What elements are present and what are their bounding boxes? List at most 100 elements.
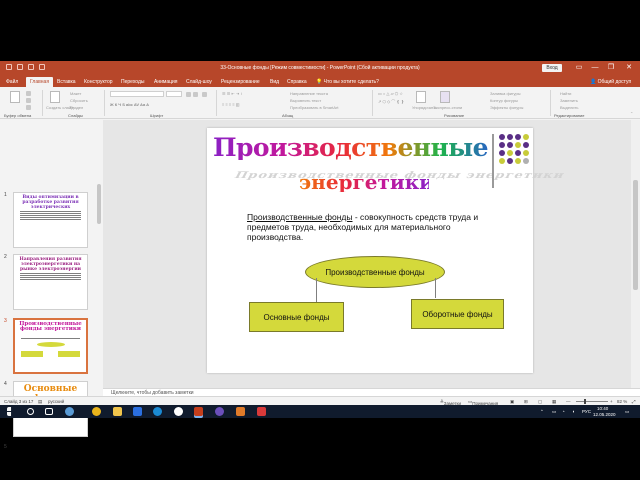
definition-term: Производственные фонды	[247, 212, 353, 222]
browser-icon[interactable]	[65, 407, 74, 416]
tab-review[interactable]: Рецензирование	[221, 77, 260, 87]
select-button[interactable]: Выделить	[560, 105, 578, 110]
fixed-assets-box[interactable]: Основные фонды	[249, 302, 344, 332]
increase-font-icon[interactable]	[186, 92, 191, 97]
cut-icon[interactable]	[26, 91, 31, 96]
yandex-icon[interactable]	[174, 407, 183, 416]
edge-icon[interactable]	[153, 407, 162, 416]
scrollbar-thumb[interactable]	[633, 180, 638, 290]
fit-slide-icon[interactable]: ⤢	[632, 399, 636, 404]
tab-slideshow[interactable]: Слайд-шоу	[186, 77, 212, 87]
close-button[interactable]: ✕	[622, 63, 636, 73]
zoom-in-icon[interactable]: +	[610, 399, 613, 404]
font-name-box[interactable]	[110, 91, 164, 97]
slide-thumbnail-1[interactable]: Виды оптимизации в разработке развития э…	[13, 192, 88, 248]
layout-button[interactable]: Макет	[70, 91, 81, 96]
tell-me-search[interactable]: 💡 Что вы хотите сделать?	[316, 77, 379, 87]
battery-icon[interactable]: ▭	[552, 409, 556, 415]
shape-effects-button[interactable]: Эффекты фигуры	[490, 105, 523, 110]
definition-text[interactable]: Производственные фонды - совокупность ср…	[247, 212, 507, 242]
slide-title-line2[interactable]: энергетики	[299, 172, 434, 192]
current-slide[interactable]: Производственные фонды энергетики Произв…	[207, 128, 593, 373]
font-size-box[interactable]	[166, 91, 182, 97]
tray-arrow-icon[interactable]: ⌃	[540, 409, 544, 415]
tab-design[interactable]: Конструктор	[84, 77, 113, 87]
clock-time[interactable]: 10:40	[597, 406, 608, 411]
copy-icon[interactable]	[26, 98, 31, 103]
store-icon[interactable]	[133, 407, 142, 416]
production-funds-ellipse[interactable]: Производственные фонды	[305, 256, 445, 288]
notes-placeholder[interactable]: Щелкните, чтобы добавить заметки	[103, 388, 640, 396]
thumbnail-title: Виды оптимизации в разработке развития э…	[22, 195, 79, 210]
restore-button[interactable]: ❐	[604, 63, 618, 73]
working-capital-box[interactable]: Оборотные фонды	[411, 299, 504, 329]
smartart-button[interactable]: Преобразовать в SmartArt	[290, 105, 339, 110]
quick-styles-icon[interactable]	[440, 91, 450, 103]
start-windows-icon[interactable]	[7, 407, 12, 416]
shapes-gallery-icons-2[interactable]: ↗ ⬡ ◇ ⌒ ❴ ❵	[378, 99, 404, 105]
zoom-level[interactable]: 82 %	[617, 399, 627, 404]
volume-icon[interactable]: ◖	[572, 409, 575, 414]
tab-transitions[interactable]: Переходы	[121, 77, 144, 87]
share-button[interactable]: 👤 Общий доступ	[590, 77, 631, 87]
language-indicator[interactable]: русский	[48, 399, 64, 404]
thumbnail-text-line	[20, 211, 81, 212]
zoom-slider[interactable]	[576, 401, 608, 402]
replace-button[interactable]: Заменить	[560, 98, 578, 103]
shape-fill-button[interactable]: Заливка фигуры	[490, 91, 521, 96]
notifications-icon[interactable]: ▭	[625, 409, 629, 415]
slide-title-line1[interactable]: Производственные фонды	[213, 135, 593, 160]
zoom-out-icon[interactable]: —	[566, 399, 571, 404]
arrange-icon[interactable]	[416, 91, 426, 103]
language-indicator-taskbar[interactable]: РУС	[582, 409, 591, 414]
find-button[interactable]: Найти	[560, 91, 571, 96]
reset-button[interactable]: Сбросить	[70, 98, 88, 103]
tab-help[interactable]: Справка	[287, 77, 307, 87]
powerpoint-taskbar-icon[interactable]	[194, 407, 203, 416]
collapse-ribbon-icon[interactable]: ⌃	[630, 111, 633, 116]
align-buttons-icons[interactable]: ≡ ≡ ≡ ≡ ▥	[222, 102, 240, 107]
text-direction-button[interactable]: Направление текста	[290, 91, 328, 96]
thumbnail-scrollbar[interactable]	[97, 184, 101, 224]
minimize-button[interactable]: —	[588, 63, 602, 73]
connector-line-left	[316, 278, 317, 303]
slide-thumbnail-3-selected[interactable]: Производственные фонды энергетики	[13, 318, 88, 374]
clear-format-icon[interactable]	[202, 92, 207, 97]
ribbon-display-options-icon[interactable]: ▭	[572, 63, 586, 73]
format-painter-icon[interactable]	[26, 105, 31, 110]
tab-insert[interactable]: Вставка	[57, 77, 76, 87]
task-view-icon[interactable]	[45, 408, 53, 415]
tab-home[interactable]: Главная	[26, 77, 54, 87]
group-separator	[372, 90, 373, 116]
paste-icon[interactable]	[10, 91, 20, 103]
shape-outline-button[interactable]: Контур фигуры	[490, 98, 518, 103]
windows-taskbar: ⌃ ▭ ◔ ◖ РУС 10:40 12.05.2020 ▭	[0, 405, 640, 418]
list-buttons-icons[interactable]: ☰ ☰ ⇤ ⇥ ↕	[222, 91, 242, 96]
slide-thumbnail-2[interactable]: Направления развития электроэнергетики н…	[13, 254, 88, 310]
signin-button[interactable]: Вход	[542, 64, 562, 72]
new-slide-icon[interactable]	[50, 91, 60, 103]
thumbnail-text-line	[21, 338, 80, 339]
file-explorer-icon[interactable]	[113, 407, 122, 416]
section-button[interactable]: Раздел	[70, 105, 83, 110]
align-text-button[interactable]: Выровнять текст	[290, 98, 321, 103]
bold-italic-underline-icons[interactable]: Ж К Ч S abc AV Aa A	[110, 102, 149, 107]
network-icon[interactable]: ◔	[562, 409, 565, 414]
decrease-font-icon[interactable]	[193, 92, 198, 97]
app-icon[interactable]	[236, 407, 245, 416]
screen-recorder-icon[interactable]	[257, 407, 266, 416]
tab-file[interactable]: Файл	[6, 77, 18, 87]
vertical-scrollbar[interactable]	[631, 120, 640, 388]
media-icon[interactable]	[215, 407, 224, 416]
tab-animations[interactable]: Анимация	[154, 77, 177, 87]
shapes-gallery-icons[interactable]: ▭ ○ △ ▱ ⬠ ☆	[378, 91, 403, 96]
thumbnail-text-line	[20, 215, 81, 216]
thumbnail-number: 2	[4, 254, 7, 260]
search-icon[interactable]	[27, 408, 34, 415]
tab-view[interactable]: Вид	[270, 77, 279, 87]
chrome-icon[interactable]	[92, 407, 101, 416]
thumbnail-text-line	[20, 219, 81, 220]
screen: 33-Основные фонды [Режим совместимости] …	[0, 0, 640, 480]
zoom-slider-thumb[interactable]	[584, 399, 586, 404]
clock-date[interactable]: 12.05.2020	[593, 412, 616, 417]
